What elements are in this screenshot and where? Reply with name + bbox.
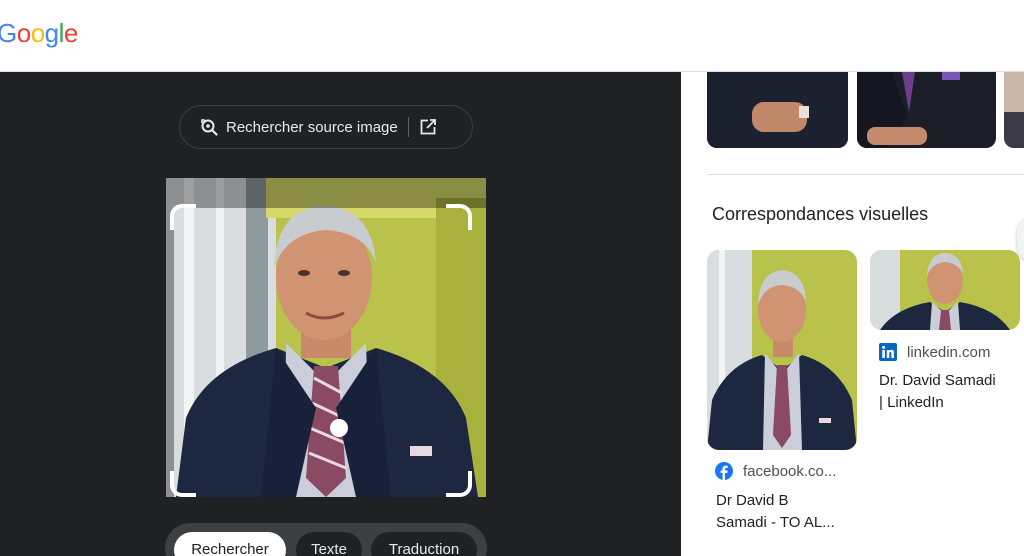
result-thumbnail[interactable] [1004, 72, 1024, 148]
crop-handle-top-left[interactable] [170, 204, 196, 230]
mode-tab-bar: Rechercher Texte Traduction [165, 523, 487, 556]
facebook-icon [715, 462, 733, 480]
crop-handle-bottom-left[interactable] [170, 471, 196, 497]
visual-match-image[interactable] [707, 250, 857, 450]
crop-handle-top-right[interactable] [446, 204, 472, 230]
match-title[interactable]: Dr. David Samadi | LinkedIn [879, 370, 996, 414]
lens-search-icon [200, 118, 218, 136]
crop-handle-bottom-right[interactable] [446, 471, 472, 497]
crop-dim-overlay [166, 208, 174, 497]
lens-panel: Rechercher source image Rechercher Texte… [0, 72, 681, 556]
match-title[interactable]: Dr David B Samadi - TO AL... [716, 490, 835, 534]
visual-match-image[interactable] [870, 250, 1020, 330]
results-panel: Correspondances visuelles facebook.co...… [681, 72, 1024, 556]
crop-dim-overlay [166, 178, 486, 208]
match-source[interactable]: linkedin.com [879, 343, 990, 361]
header: Google [0, 0, 1024, 72]
portrait-image [166, 178, 486, 497]
search-image-source-button[interactable]: Rechercher source image [179, 105, 473, 149]
google-logo[interactable]: Google [0, 18, 78, 49]
tab-search[interactable]: Rechercher [174, 532, 286, 556]
crop-drag-handle[interactable] [330, 419, 348, 437]
selected-image[interactable] [166, 178, 486, 497]
match-source-label: facebook.co... [743, 462, 837, 480]
match-title-line: Samadi - TO AL... [716, 514, 835, 531]
visual-matches-title: Correspondances visuelles [712, 204, 929, 224]
tab-text[interactable]: Texte [296, 532, 362, 556]
search-image-source-label: Rechercher source image [226, 118, 398, 136]
match-source[interactable]: facebook.co... [715, 462, 836, 480]
match-title-line: Dr. David Samadi [879, 372, 996, 389]
match-title-line: | LinkedIn [879, 394, 944, 411]
match-source-label: linkedin.com [907, 343, 991, 361]
tab-translate[interactable]: Traduction [371, 532, 477, 556]
result-thumbnail[interactable] [707, 72, 848, 148]
divider [407, 117, 409, 137]
result-thumbnail[interactable] [857, 72, 996, 148]
section-divider [707, 174, 1024, 175]
linkedin-icon [879, 343, 897, 361]
open-external-icon[interactable] [419, 118, 437, 136]
scroll-right-button[interactable] [1017, 217, 1024, 261]
match-title-line: Dr David B [716, 492, 789, 509]
